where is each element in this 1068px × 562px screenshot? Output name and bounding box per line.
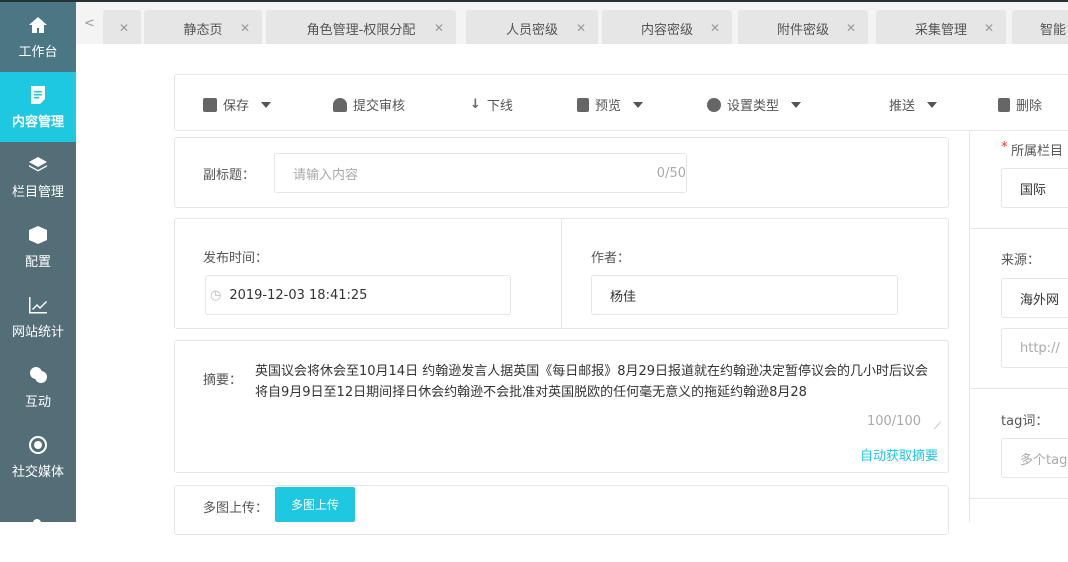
tab-label: 内容密级 — [640, 22, 693, 38]
caret-down-icon — [261, 101, 272, 108]
close-icon[interactable]: ✕ — [119, 21, 129, 35]
tag-input[interactable]: 多个tag — [1001, 438, 1068, 478]
tab-bar: < ✕ 静态页 ✕ 角色管理-权限分配 ✕ 人员密级 ✕ 内容密级 ✕ 附件密级 ✕ 采集… — [76, 2, 1068, 44]
set-type-button[interactable]: 设置类型 — [707, 95, 802, 114]
push-button[interactable]: 推送 — [889, 95, 938, 114]
author-label: 作者： — [591, 251, 631, 266]
sidebar-item-label: 栏目管理 — [11, 184, 64, 200]
sidebar-item-user[interactable] — [0, 492, 76, 562]
sidebar-item-label: 互动 — [24, 394, 51, 410]
subtitle-input[interactable]: 请输入内容 0/50 — [274, 153, 687, 193]
sidebar: 工作台 内容管理 栏目管理 配置 网站统计 互动 社交媒体 — [0, 2, 76, 535]
close-icon[interactable]: ✕ — [984, 21, 994, 35]
clock-icon: ◷ — [210, 287, 222, 303]
subtitle-char-count: 0/50 — [656, 165, 686, 181]
sidebar-item-columns[interactable]: 栏目管理 — [0, 142, 76, 212]
preview-button[interactable]: 预览 — [577, 95, 644, 114]
caret-down-icon — [633, 101, 644, 108]
cube-icon — [29, 225, 47, 244]
subtitle-label: 副标题： — [203, 168, 256, 183]
tab-label: 角色管理-权限分配 — [306, 22, 416, 38]
sidebar-item-interaction[interactable]: 互动 — [0, 352, 76, 422]
circle-target-icon — [29, 435, 48, 454]
sidebar-item-content[interactable]: 内容管理 — [0, 72, 76, 142]
tab-label: 静态页 — [183, 22, 223, 38]
tab-label: 采集管理 — [914, 22, 967, 38]
close-icon[interactable]: ✕ — [846, 21, 856, 35]
resize-handle-icon[interactable]: ⟋ — [934, 416, 941, 437]
document-icon — [31, 85, 45, 104]
toolbar: 保存 提交审核 ↓ 下线 预览 设置类型 推送 删除 — [174, 74, 1068, 131]
summary-section: 摘要： 英国议会将休会至10月14日 约翰逊发言人据英国《每日邮报》8月29日报… — [174, 340, 949, 473]
grid-icon — [707, 97, 721, 112]
user-icon — [333, 97, 347, 112]
tab[interactable]: ✕ — [103, 10, 141, 44]
sidebar-item-social[interactable]: 社交媒体 — [0, 422, 76, 492]
preview-icon — [577, 97, 589, 112]
sidebar-item-label: 内容管理 — [11, 114, 64, 130]
summary-char-count: 100/100 — [866, 414, 921, 429]
close-icon[interactable]: ✕ — [710, 21, 720, 35]
tab[interactable]: 智能 — [1012, 10, 1068, 44]
save-button[interactable]: 保存 — [203, 95, 272, 114]
author-input[interactable]: 杨佳 — [591, 275, 898, 315]
upload-section: 多图上传： 多图上传 — [174, 485, 949, 535]
sidebar-item-config[interactable]: 配置 — [0, 212, 76, 282]
tab-label: 人员密级 — [505, 22, 558, 38]
right-panel: * 所属栏目 国际 来源： 海外网 http:// tag词： 多个tag — [969, 131, 1068, 522]
summary-label: 摘要： — [203, 373, 243, 388]
trash-icon — [998, 97, 1010, 112]
tab[interactable]: 附件密级 ✕ — [738, 10, 868, 44]
user-icon — [30, 519, 44, 535]
source-label: 来源： — [1001, 253, 1041, 268]
tab-scroll-left-icon[interactable]: < — [84, 16, 95, 31]
close-icon[interactable]: ✕ — [240, 21, 250, 35]
publish-time-input[interactable]: ◷ 2019-12-03 18:41:25 — [205, 275, 511, 315]
tab[interactable]: 采集管理 ✕ — [876, 10, 1006, 44]
sidebar-item-stats[interactable]: 网站统计 — [0, 282, 76, 352]
tab[interactable]: 人员密级 ✕ — [466, 10, 598, 44]
tag-label: tag词： — [1001, 414, 1049, 429]
tab-label: 附件密级 — [776, 22, 829, 38]
sidebar-item-workbench[interactable]: 工作台 — [0, 2, 76, 72]
multi-image-upload-button[interactable]: 多图上传 — [275, 487, 355, 522]
publish-time-label: 发布时间： — [203, 251, 269, 266]
caret-down-icon — [791, 101, 802, 108]
column-label: 所属栏目 — [1011, 144, 1064, 159]
column-select[interactable]: 国际 — [1001, 168, 1068, 208]
offline-button[interactable]: ↓ 下线 — [470, 95, 513, 114]
layers-icon — [29, 156, 47, 171]
upload-label: 多图上传： — [203, 501, 269, 516]
sidebar-item-label: 社交媒体 — [11, 464, 64, 480]
auto-summary-link[interactable]: 自动获取摘要 — [860, 445, 938, 464]
sidebar-item-label: 工作台 — [18, 44, 58, 60]
summary-textarea[interactable]: 英国议会将休会至10月14日 约翰逊发言人据英国《每日邮报》8月29日报道就在约… — [255, 361, 941, 437]
close-icon[interactable]: ✕ — [576, 21, 586, 35]
arrow-down-icon: ↓ — [470, 97, 481, 112]
source-url-input[interactable]: http:// — [1001, 328, 1068, 368]
sidebar-item-label: 网站统计 — [11, 324, 64, 340]
subtitle-section: 副标题： 请输入内容 0/50 — [174, 137, 949, 208]
tab[interactable]: 角色管理-权限分配 ✕ — [266, 10, 456, 44]
chat-icon — [30, 366, 47, 383]
save-icon — [203, 97, 217, 112]
tab[interactable]: 内容密级 ✕ — [602, 10, 732, 44]
source-input[interactable]: 海外网 — [1001, 278, 1068, 318]
home-icon — [29, 16, 47, 33]
delete-button[interactable]: 删除 — [998, 95, 1042, 114]
tab[interactable]: 静态页 ✕ — [144, 10, 262, 44]
submit-review-button[interactable]: 提交审核 — [333, 95, 405, 114]
sidebar-item-label: 配置 — [24, 254, 51, 270]
required-marker: * — [1001, 140, 1008, 155]
tab-label: 智能 — [1040, 22, 1067, 38]
line-chart-icon — [29, 296, 47, 313]
time-author-section: 发布时间： ◷ 2019-12-03 18:41:25 作者： 杨佳 — [174, 218, 949, 329]
close-icon[interactable]: ✕ — [434, 21, 444, 35]
caret-down-icon — [927, 101, 938, 108]
